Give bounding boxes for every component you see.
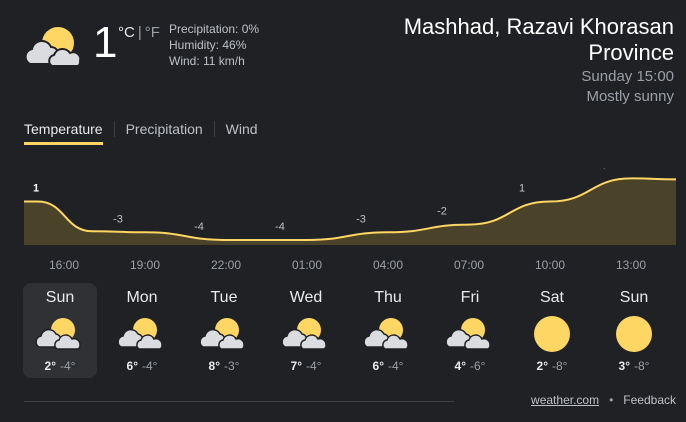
temperature-chart: 1 -3 -4 -4 -3 -2 1 4: [24, 168, 677, 245]
unit-separator: |: [137, 24, 142, 41]
day-low: -4°: [306, 359, 322, 373]
fahrenheit-button[interactable]: °F: [145, 24, 160, 41]
day-low: -3°: [224, 359, 240, 373]
day-high: 6°: [372, 359, 384, 373]
time-label: 19:00: [129, 258, 161, 272]
day-name: Sun: [45, 289, 75, 306]
condition-text: Mostly sunny: [586, 88, 674, 105]
temperature-value-label: -4: [194, 221, 204, 233]
day-low: -8°: [552, 359, 568, 373]
day-high: 6°: [126, 359, 138, 373]
source-link[interactable]: weather.com: [531, 393, 599, 407]
day-temps: 6° -4°: [105, 358, 179, 374]
day-low: -4°: [142, 359, 158, 373]
day-temps: 7° -4°: [269, 358, 343, 374]
feedback-link[interactable]: Feedback: [623, 393, 676, 407]
time-label: 04:00: [372, 258, 404, 272]
sunny-icon: [534, 316, 570, 352]
time-label: 16:00: [48, 258, 80, 272]
day-card[interactable]: Wed 7° -4°: [269, 283, 343, 378]
day-high: 8°: [208, 359, 220, 373]
day-high: 3°: [618, 359, 630, 373]
tab-precipitation[interactable]: Precipitation: [126, 118, 203, 145]
datetime-condition: Sunday 15:00 Mostly sunny: [581, 67, 674, 107]
current-temperature: 1: [93, 18, 118, 67]
humidity-text: Humidity: 46%: [169, 38, 247, 52]
day-high: 4°: [454, 359, 466, 373]
time-label: 07:00: [453, 258, 485, 272]
day-name: Sat: [539, 289, 564, 306]
day-name: Mon: [126, 289, 158, 306]
day-card[interactable]: Sun 3° -8°: [597, 283, 671, 378]
day-temps: 8° -3°: [187, 358, 261, 374]
temperature-value-label: -3: [113, 213, 123, 225]
current-details: Precipitation: 0% Humidity: 46% Wind: 11…: [169, 21, 259, 69]
day-low: -6°: [470, 359, 486, 373]
day-temps: 6° -4°: [351, 358, 425, 374]
temperature-value-label: -2: [437, 206, 447, 218]
day-temps: 3° -8°: [597, 358, 671, 374]
temperature-value-label: 1: [519, 183, 525, 195]
tab-wind[interactable]: Wind: [226, 118, 258, 145]
location-title: Mashhad, Razavi Khorasan Province: [403, 14, 674, 65]
day-temps: 2° -4°: [23, 358, 97, 374]
day-name: Wed: [289, 289, 323, 306]
footer-dot: •: [609, 393, 614, 407]
footer: weather.com • Feedback: [531, 393, 676, 407]
day-card[interactable]: Thu 6° -4°: [351, 283, 425, 378]
day-temps: 2° -8°: [515, 358, 589, 374]
tab-divider: [113, 121, 115, 137]
day-name: Tue: [210, 289, 238, 306]
day-card[interactable]: Mon 6° -4°: [105, 283, 179, 378]
partly-cloudy-icon: [445, 318, 491, 350]
time-label: 01:00: [291, 258, 323, 272]
day-low: -4°: [388, 359, 404, 373]
day-card[interactable]: Sun 2° -4°: [23, 283, 97, 378]
temperature-value-label: -3: [356, 213, 366, 225]
temperature-value-label: 4: [600, 168, 606, 171]
datetime-text: Sunday 15:00: [581, 68, 674, 85]
day-card[interactable]: Tue 8° -3°: [187, 283, 261, 378]
precipitation-text: Precipitation: 0%: [169, 22, 260, 36]
wind-text: Wind: 11 km/h: [169, 54, 245, 68]
footer-divider: [24, 401, 454, 402]
sunny-icon: [616, 316, 652, 352]
day-low: -8°: [634, 359, 650, 373]
day-low: -4°: [60, 359, 76, 373]
day-card[interactable]: Sat 2° -8°: [515, 283, 589, 378]
day-high: 7°: [290, 359, 302, 373]
day-temps: 4° -6°: [433, 358, 507, 374]
partly-cloudy-icon: [35, 318, 81, 350]
day-name: Sun: [619, 289, 649, 306]
day-high: 2°: [44, 359, 56, 373]
partly-cloudy-icon: [24, 27, 82, 67]
temperature-value-label: 1: [33, 183, 39, 195]
temperature-value-label: -4: [275, 221, 285, 233]
time-label: 10:00: [534, 258, 566, 272]
tab-bar: Temperature Precipitation Wind: [24, 118, 258, 145]
time-label: 22:00: [210, 258, 242, 272]
partly-cloudy-icon: [117, 318, 163, 350]
partly-cloudy-icon: [363, 318, 409, 350]
time-label: 13:00: [615, 258, 647, 272]
day-name: Fri: [460, 289, 480, 306]
unit-toggle: °C | °F: [118, 24, 160, 41]
tab-divider: [213, 121, 215, 137]
partly-cloudy-icon: [281, 318, 327, 350]
day-card[interactable]: Fri 4° -6°: [433, 283, 507, 378]
tab-temperature[interactable]: Temperature: [24, 118, 103, 145]
day-high: 2°: [536, 359, 548, 373]
celsius-button[interactable]: °C: [118, 24, 135, 41]
day-name: Thu: [374, 289, 402, 306]
partly-cloudy-icon: [199, 318, 245, 350]
